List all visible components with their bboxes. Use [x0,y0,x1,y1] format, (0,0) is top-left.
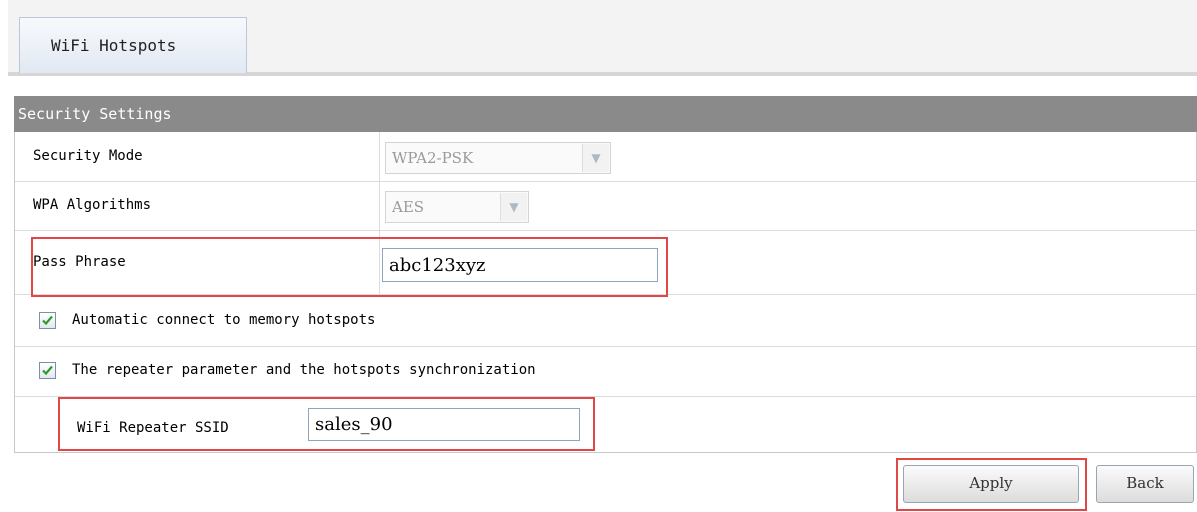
repeater-sync-checkbox[interactable] [39,362,56,379]
wifi-hotspots-page: WiFi Hotspots Security Settings Security… [0,0,1197,512]
pass-phrase-label: Pass Phrase [33,254,126,270]
auto-connect-label: Automatic connect to memory hotspots [72,312,376,328]
check-icon [42,365,53,376]
security-mode-label: Security Mode [33,148,143,164]
check-icon [42,315,53,326]
wpa-algorithms-row: WPA Algorithms AES ▼ [15,181,1196,231]
column-divider [379,230,380,294]
wpa-algorithms-select[interactable]: AES ▼ [385,191,529,223]
wpa-algorithms-label: WPA Algorithms [33,197,152,213]
pass-phrase-row: Pass Phrase [15,230,1196,295]
chevron-down-icon: ▼ [582,144,609,172]
repeater-ssid-input[interactable] [308,408,580,441]
security-mode-select[interactable]: WPA2-PSK ▼ [385,142,611,174]
wpa-algorithms-value: AES [392,198,425,216]
auto-connect-checkbox[interactable] [39,312,56,329]
security-mode-value: WPA2-PSK [392,149,474,167]
security-mode-row: Security Mode WPA2-PSK ▼ [15,132,1196,182]
tab-wifi-hotspots[interactable]: WiFi Hotspots [19,17,247,73]
section-title: Security Settings [14,96,1197,132]
repeater-sync-label: The repeater parameter and the hotspots … [72,362,536,378]
repeater-ssid-row: WiFi Repeater SSID [15,396,1196,452]
auto-connect-row: Automatic connect to memory hotspots [15,294,1196,347]
apply-button[interactable]: Apply [903,465,1079,503]
column-divider [379,132,380,181]
column-divider [379,181,380,230]
back-button[interactable]: Back [1096,465,1194,503]
repeater-ssid-label: WiFi Repeater SSID [77,420,229,436]
pass-phrase-input[interactable] [382,248,658,282]
repeater-sync-row: The repeater parameter and the hotspots … [15,346,1196,397]
chevron-down-icon: ▼ [500,193,527,221]
security-settings-form: Security Mode WPA2-PSK ▼ WPA Algorithms … [14,132,1197,453]
